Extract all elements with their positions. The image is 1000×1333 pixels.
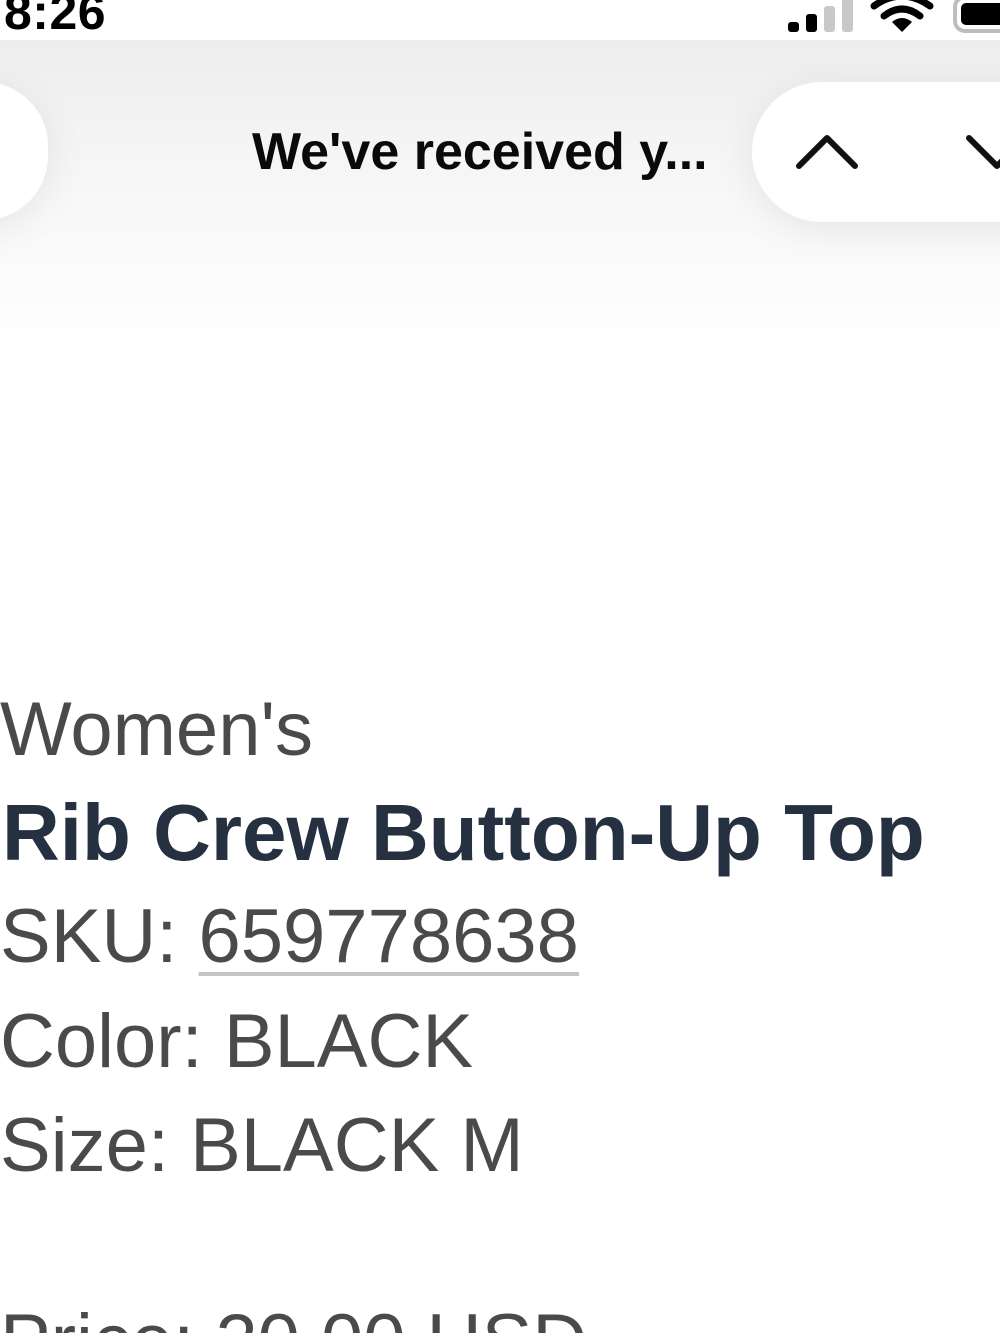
size-value: BLACK M bbox=[190, 1103, 524, 1188]
chevron-up-icon bbox=[796, 135, 858, 169]
color-value: BLACK bbox=[223, 999, 474, 1084]
price-value: 20.00 USD bbox=[215, 1299, 587, 1333]
price-label: Price: bbox=[0, 1299, 215, 1333]
sku-link[interactable]: 659778638 bbox=[199, 894, 579, 979]
sku-label: SKU: bbox=[0, 894, 199, 979]
product-title[interactable]: Rib Crew Button-Up Top bbox=[2, 788, 925, 878]
product-category: Women's bbox=[0, 687, 313, 772]
find-navigation-pill bbox=[752, 82, 1000, 222]
chevron-down-icon bbox=[966, 135, 1000, 169]
color-label: Color: bbox=[0, 999, 224, 1084]
size-label: Size: bbox=[0, 1103, 191, 1188]
cellular-signal-icon bbox=[788, 0, 853, 32]
screen: 8:26 We've received y... Women's Rib Cre… bbox=[0, 0, 1000, 1333]
find-query-text: We've received y... bbox=[252, 123, 708, 181]
price-row: Price: 20.00 USD bbox=[0, 1300, 587, 1333]
previous-match-button[interactable] bbox=[772, 82, 882, 222]
next-match-button[interactable] bbox=[942, 82, 1000, 222]
status-time: 8:26 bbox=[4, 0, 107, 40]
battery-icon bbox=[953, 0, 1000, 33]
sku-row: SKU: 659778638 bbox=[0, 895, 579, 979]
wifi-icon bbox=[870, 0, 934, 32]
color-row: Color: BLACK bbox=[0, 1000, 473, 1084]
size-row: Size: BLACK M bbox=[0, 1104, 524, 1188]
